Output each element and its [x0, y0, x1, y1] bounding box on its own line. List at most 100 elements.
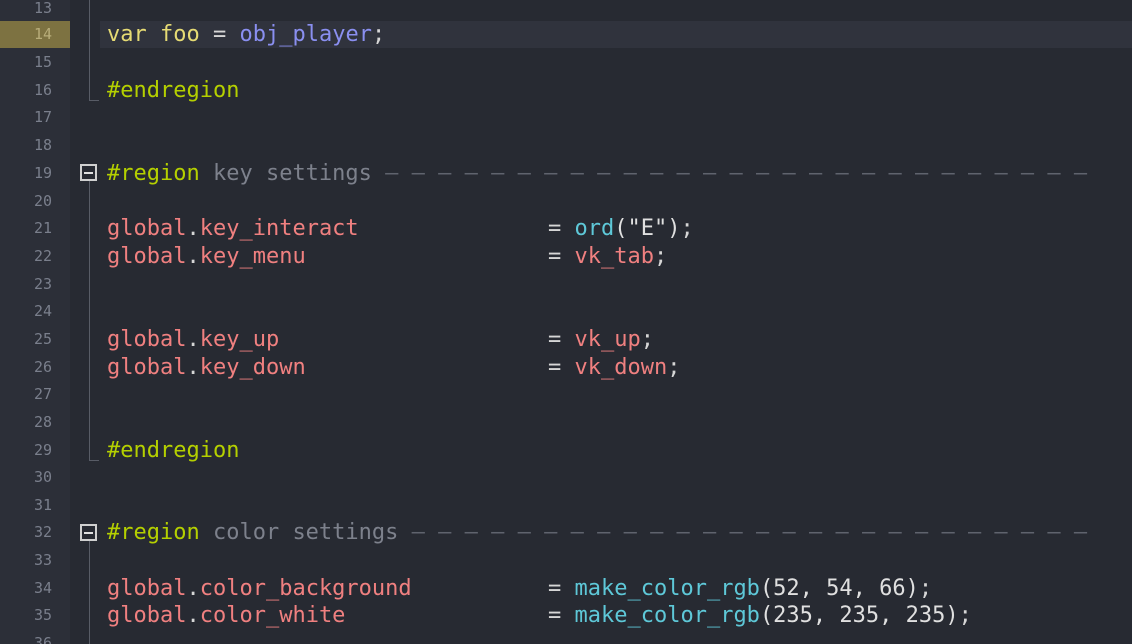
- line-number: 15: [34, 53, 53, 71]
- fold-guide-end: [89, 100, 99, 101]
- code-text: #endregion: [107, 77, 239, 104]
- line-number: 34: [34, 579, 53, 597]
- semicolon: ;: [653, 244, 668, 269]
- semicolon: ;: [640, 327, 654, 352]
- function-name: make_color_rgb: [574, 603, 760, 628]
- semicolon: ;: [680, 216, 694, 241]
- code-text: global.color_background: [107, 576, 412, 601]
- line-number-current: 14: [0, 21, 70, 48]
- function-name: ord: [574, 216, 615, 241]
- line-number: 22: [34, 247, 53, 265]
- constant-value: vk_tab: [574, 244, 654, 269]
- global-keyword: global: [107, 244, 187, 269]
- line-number: 33: [34, 551, 53, 569]
- function-args: ("E"): [614, 216, 681, 241]
- code-line[interactable]: global.color_white = make_color_rgb(235,…: [100, 602, 1132, 629]
- line-number: 21: [34, 219, 53, 237]
- semicolon: ;: [958, 603, 972, 628]
- line-number: 20: [34, 192, 53, 210]
- code-text: global.key_up: [107, 327, 280, 352]
- operator: =: [548, 603, 562, 628]
- global-keyword: global: [107, 355, 187, 380]
- semicolon: ;: [667, 355, 681, 380]
- line-number: 36: [34, 634, 53, 644]
- line-number: 31: [34, 496, 53, 514]
- code-line[interactable]: #region key settings – – – – – – – – – –…: [100, 160, 1132, 187]
- code-text: #region color settings – – – – – – – – –…: [107, 519, 1087, 546]
- global-member: key_down: [199, 355, 306, 380]
- global-keyword: global: [107, 327, 187, 352]
- code-line[interactable]: #region color settings – – – – – – – – –…: [100, 519, 1132, 546]
- variable-name: foo: [160, 22, 200, 47]
- preprocessor-directive: #endregion: [107, 78, 240, 103]
- code-line[interactable]: global.color_background = make_color_rgb…: [100, 575, 1132, 602]
- line-number: 18: [34, 136, 53, 154]
- assignment: = vk_up;: [548, 326, 654, 353]
- assignment: = vk_down;: [548, 354, 680, 381]
- fold-toggle-button[interactable]: [80, 164, 97, 181]
- code-line[interactable]: global.key_interact = ord("E");: [100, 215, 1132, 242]
- fold-guide-end: [89, 460, 99, 461]
- operator: =: [548, 216, 562, 241]
- function-name: make_color_rgb: [574, 576, 760, 601]
- code-line[interactable]: global.key_menu = vk_tab;: [100, 243, 1132, 270]
- minus-icon: [84, 171, 93, 174]
- code-text: global.key_down: [107, 355, 306, 380]
- operator: =: [548, 244, 562, 269]
- code-line-current[interactable]: var foo = obj_player;: [100, 21, 1132, 48]
- code-text: #endregion: [107, 437, 239, 464]
- line-number: 16: [34, 81, 53, 99]
- fold-guide: [89, 541, 90, 644]
- global-member: color_background: [199, 576, 412, 601]
- global-member: key_interact: [199, 216, 359, 241]
- code-text: #region key settings – – – – – – – – – –…: [107, 160, 1087, 187]
- assignment: = make_color_rgb(52, 54, 66);: [548, 575, 932, 602]
- preprocessor-directive: #endregion: [107, 438, 240, 463]
- region-name: key settings: [212, 161, 372, 186]
- region-name: color settings: [212, 520, 399, 545]
- global-member: key_menu: [199, 244, 306, 269]
- line-number: 13: [34, 0, 53, 17]
- global-member: key_up: [199, 327, 280, 352]
- code-text: var foo = obj_player;: [107, 21, 385, 48]
- line-number: 29: [34, 441, 53, 459]
- fold-guide: [89, 181, 90, 460]
- function-args: (52, 54, 66): [759, 576, 919, 601]
- line-number: 24: [34, 302, 53, 320]
- operator: =: [548, 576, 562, 601]
- code-line[interactable]: global.key_up = vk_up;: [100, 326, 1132, 353]
- preprocessor-directive: #region: [107, 520, 200, 545]
- operator: =: [548, 355, 562, 380]
- constant-value: vk_up: [574, 327, 641, 352]
- global-keyword: global: [107, 603, 187, 628]
- semicolon: ;: [918, 576, 933, 601]
- line-number: 19: [34, 164, 53, 182]
- line-number: 27: [34, 385, 53, 403]
- preprocessor-directive: #region: [107, 161, 200, 186]
- constant-value: vk_down: [574, 355, 668, 380]
- function-args: (235, 235, 235): [759, 603, 959, 628]
- line-number: 28: [34, 413, 53, 431]
- line-number: 30: [34, 468, 53, 486]
- region-separator: – – – – – – – – – – – – – – – – – – – – …: [398, 520, 1088, 545]
- code-line[interactable]: #endregion: [100, 437, 1132, 464]
- line-number: 17: [34, 108, 53, 126]
- assignment: = make_color_rgb(235, 235, 235);: [548, 602, 972, 629]
- line-number-gutter: 13 14 15 16 17 18 19 20 21 22 23 24 25 2…: [0, 0, 70, 644]
- line-number: 26: [34, 358, 53, 376]
- operator: =: [213, 22, 227, 47]
- assignment: = vk_tab;: [548, 243, 667, 270]
- assignment: = ord("E");: [548, 215, 694, 242]
- fold-toggle-button[interactable]: [80, 524, 97, 541]
- keyword-var: var: [107, 22, 147, 47]
- code-editor[interactable]: 13 14 15 16 17 18 19 20 21 22 23 24 25 2…: [0, 0, 1132, 644]
- code-line[interactable]: global.key_down = vk_down;: [100, 354, 1132, 381]
- fold-guide: [89, 0, 90, 100]
- code-text: global.key_interact: [107, 216, 359, 241]
- code-line[interactable]: #endregion: [100, 77, 1132, 104]
- line-number: 25: [34, 330, 53, 348]
- object-reference: obj_player: [239, 22, 372, 47]
- line-number: 23: [34, 275, 53, 293]
- line-number: 32: [34, 523, 53, 541]
- region-separator: – – – – – – – – – – – – – – – – – – – – …: [371, 161, 1088, 186]
